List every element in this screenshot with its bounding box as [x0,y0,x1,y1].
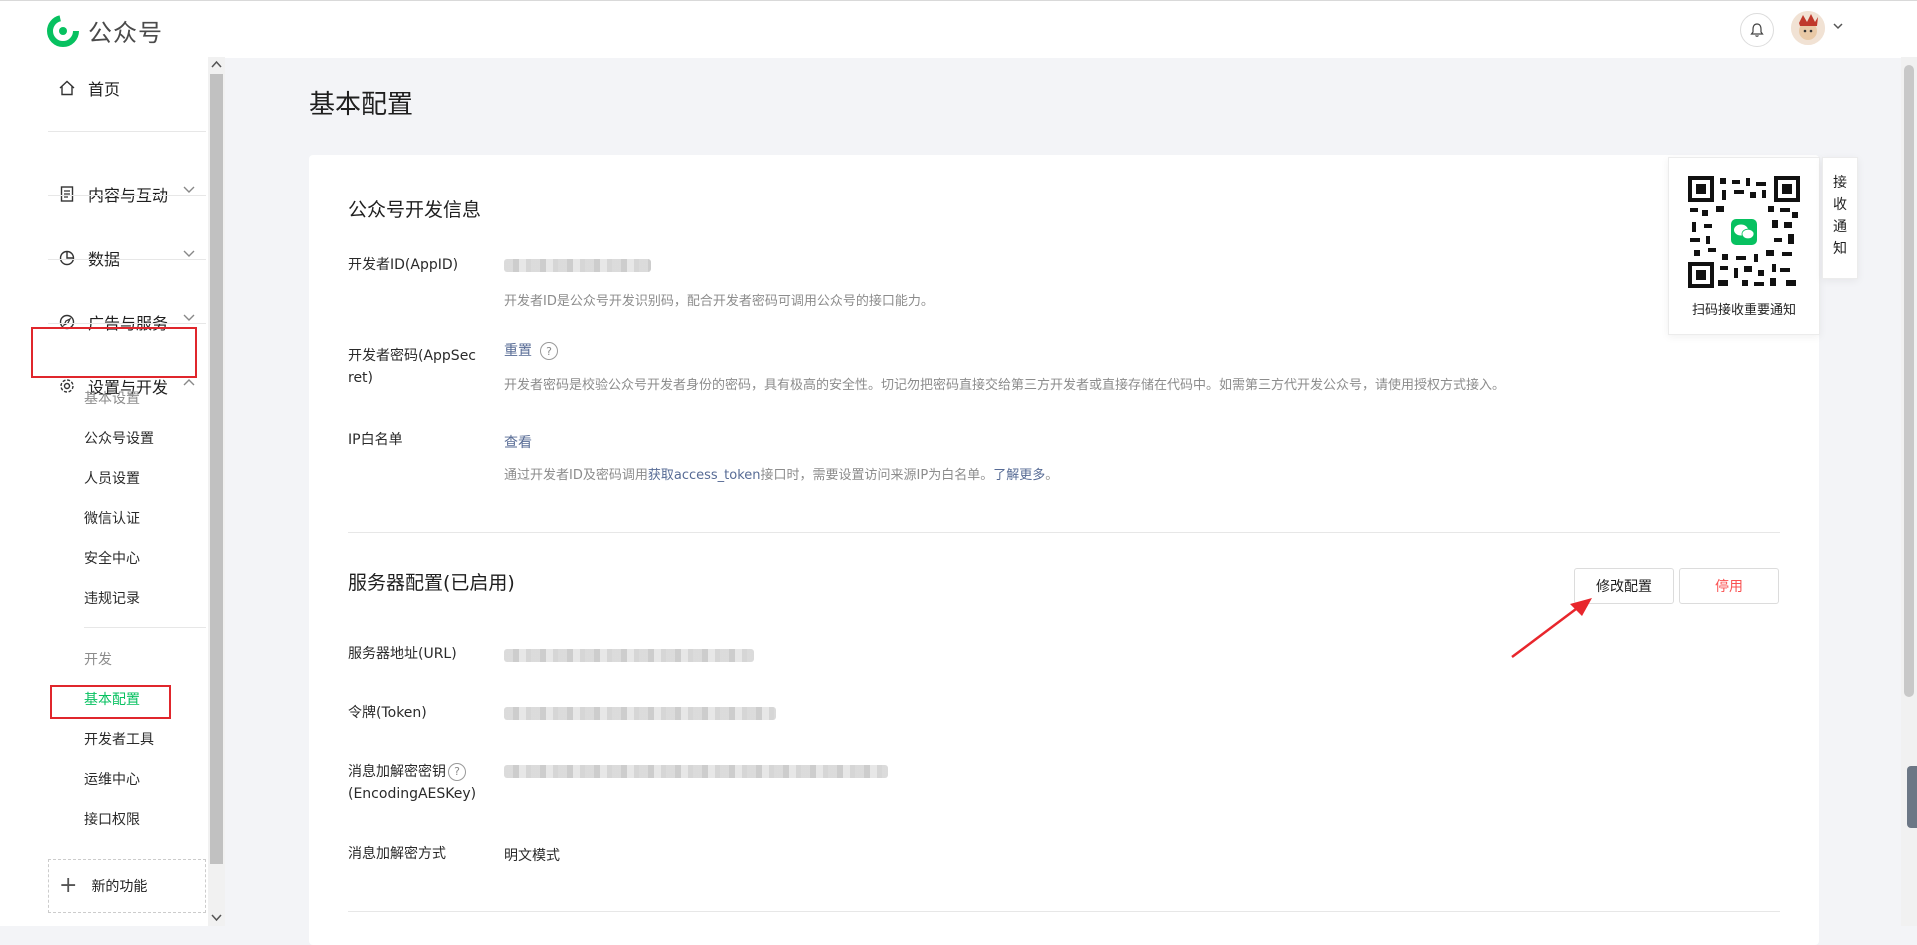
sidebar-item-label: 首页 [88,80,121,99]
chevron-down-icon [183,250,195,257]
appid-label: 开发者ID(AppID) [348,257,459,273]
aes-key-label: 消息加解密密钥? (EncodingAESKey) [348,763,477,802]
logo[interactable]: 公众号 [46,13,163,48]
reset-secret-link[interactable]: 重置 [504,343,532,359]
sidebar-divider [48,259,206,260]
config-card: 公众号开发信息 开发者ID(AppID) 开发者ID是公众号开发识别码，配合开发… [309,155,1819,945]
chevron-up-icon [183,379,195,386]
appsecret-actions: 重置? [504,340,558,360]
sidebar-subitem-staff-settings[interactable]: 人员设置 [84,468,140,488]
sidebar-divider [48,195,206,196]
help-icon[interactable]: ? [540,342,558,360]
sidebar-subitem-violation-records[interactable]: 违规记录 [84,588,140,608]
appid-description: 开发者ID是公众号开发识别码，配合开发者密码可调用公众号的接口能力。 [504,294,934,309]
avatar[interactable] [1791,11,1825,45]
token-value-redacted [504,707,776,720]
server-url-label: 服务器地址(URL) [348,646,457,662]
dev-info-section-title: 公众号开发信息 [348,199,482,221]
token-label: 令牌(Token) [348,705,427,721]
plus-icon: + [59,873,78,898]
sidebar-item-home[interactable]: 首页 [48,57,198,119]
server-config-section-title: 服务器配置(已启用) [348,572,515,594]
ip-whitelist-description: 通过开发者ID及密码调用获取access_token接口时，需要设置访问来源IP… [504,468,1059,483]
sidebar-divider [48,323,206,324]
avatar-icon [1791,11,1825,45]
scroll-up-arrow-icon[interactable] [211,60,222,68]
page-title: 基本配置 [309,90,414,120]
qr-code-icon [1688,176,1800,288]
sidebar-item-data[interactable]: 数据 [48,227,198,289]
top-bar: 公众号 [0,0,1917,58]
sidebar-item-label: 数据 [88,250,121,269]
chevron-down-icon [183,314,195,321]
chart-pie-icon [56,247,78,269]
home-icon [56,77,78,99]
section-divider [348,911,1780,912]
sidebar-group-label-dev: 开发 [84,652,112,668]
notification-bell-button[interactable] [1740,13,1774,47]
sidebar-scrollbar[interactable] [208,57,225,926]
view-ip-whitelist-link[interactable]: 查看 [504,432,532,452]
sidebar: 首页 内容与互动 数据 广告与服务 设置与开发 基本设置 公众号设置 人员设置 … [0,57,208,926]
sidebar-scrollbar-thumb[interactable] [210,74,223,864]
qr-caption: 扫码接收重要通知 [1691,303,1796,318]
highlight-box-settings-dev [31,327,197,378]
receive-notification-label: 接收通知 [1833,175,1847,257]
sidebar-subitem-security-center[interactable]: 安全中心 [84,548,140,568]
appsecret-description: 开发者密码是校验公众号开发者身份的密码，具有极高的安全性。切记勿把密码直接交给第… [504,378,1506,393]
chevron-down-icon[interactable] [1832,21,1844,31]
section-divider [348,532,1780,533]
sidebar-subitem-ops-center[interactable]: 运维中心 [84,769,140,789]
help-icon[interactable]: ? [448,763,466,781]
receive-notification-tab[interactable]: 接收通知 [1822,157,1858,279]
document-icon [56,183,78,205]
wechat-mp-logo-icon [47,14,79,47]
gear-icon [56,375,78,397]
disable-button[interactable]: 停用 [1679,568,1779,604]
new-feature-label: 新的功能 [91,879,148,895]
sidebar-item-content[interactable]: 内容与互动 [48,163,198,225]
ip-whitelist-label: IP白名单 [348,432,403,448]
qr-notification-panel[interactable]: 扫码接收重要通知 [1668,157,1820,335]
server-url-value-redacted [504,649,754,662]
red-arrow-annotation-icon [1511,598,1592,658]
encryption-mode-label: 消息加解密方式 [348,846,446,862]
sidebar-divider [84,627,206,628]
sidebar-subitem-wechat-verify[interactable]: 微信认证 [84,508,140,528]
main-scrollbar-thumb[interactable] [1904,65,1914,697]
logo-text: 公众号 [88,19,163,47]
chevron-down-icon [183,186,195,193]
sidebar-item-label: 内容与互动 [88,186,169,205]
floating-side-tab[interactable] [1907,766,1917,828]
scroll-down-arrow-icon[interactable] [211,914,222,922]
sidebar-subitem-basic-settings[interactable]: 基本设置 [84,388,140,408]
sidebar-subitem-api-permissions[interactable]: 接口权限 [84,809,140,829]
new-feature-button[interactable]: + 新的功能 [48,859,206,913]
aes-key-value-redacted [504,765,888,778]
bell-icon [1750,23,1764,37]
learn-more-link[interactable]: 了解更多 [993,468,1045,483]
sidebar-divider [48,131,206,132]
encryption-mode-value: 明文模式 [504,848,560,864]
sidebar-subitem-account-settings[interactable]: 公众号设置 [84,428,154,448]
sidebar-subitem-developer-tools[interactable]: 开发者工具 [84,729,154,749]
get-access-token-link[interactable]: 获取access_token [648,468,761,483]
appsecret-label: 开发者密码(AppSec ret) [348,348,477,386]
highlight-box-basic-config [50,685,171,719]
appid-value-redacted [504,259,651,272]
